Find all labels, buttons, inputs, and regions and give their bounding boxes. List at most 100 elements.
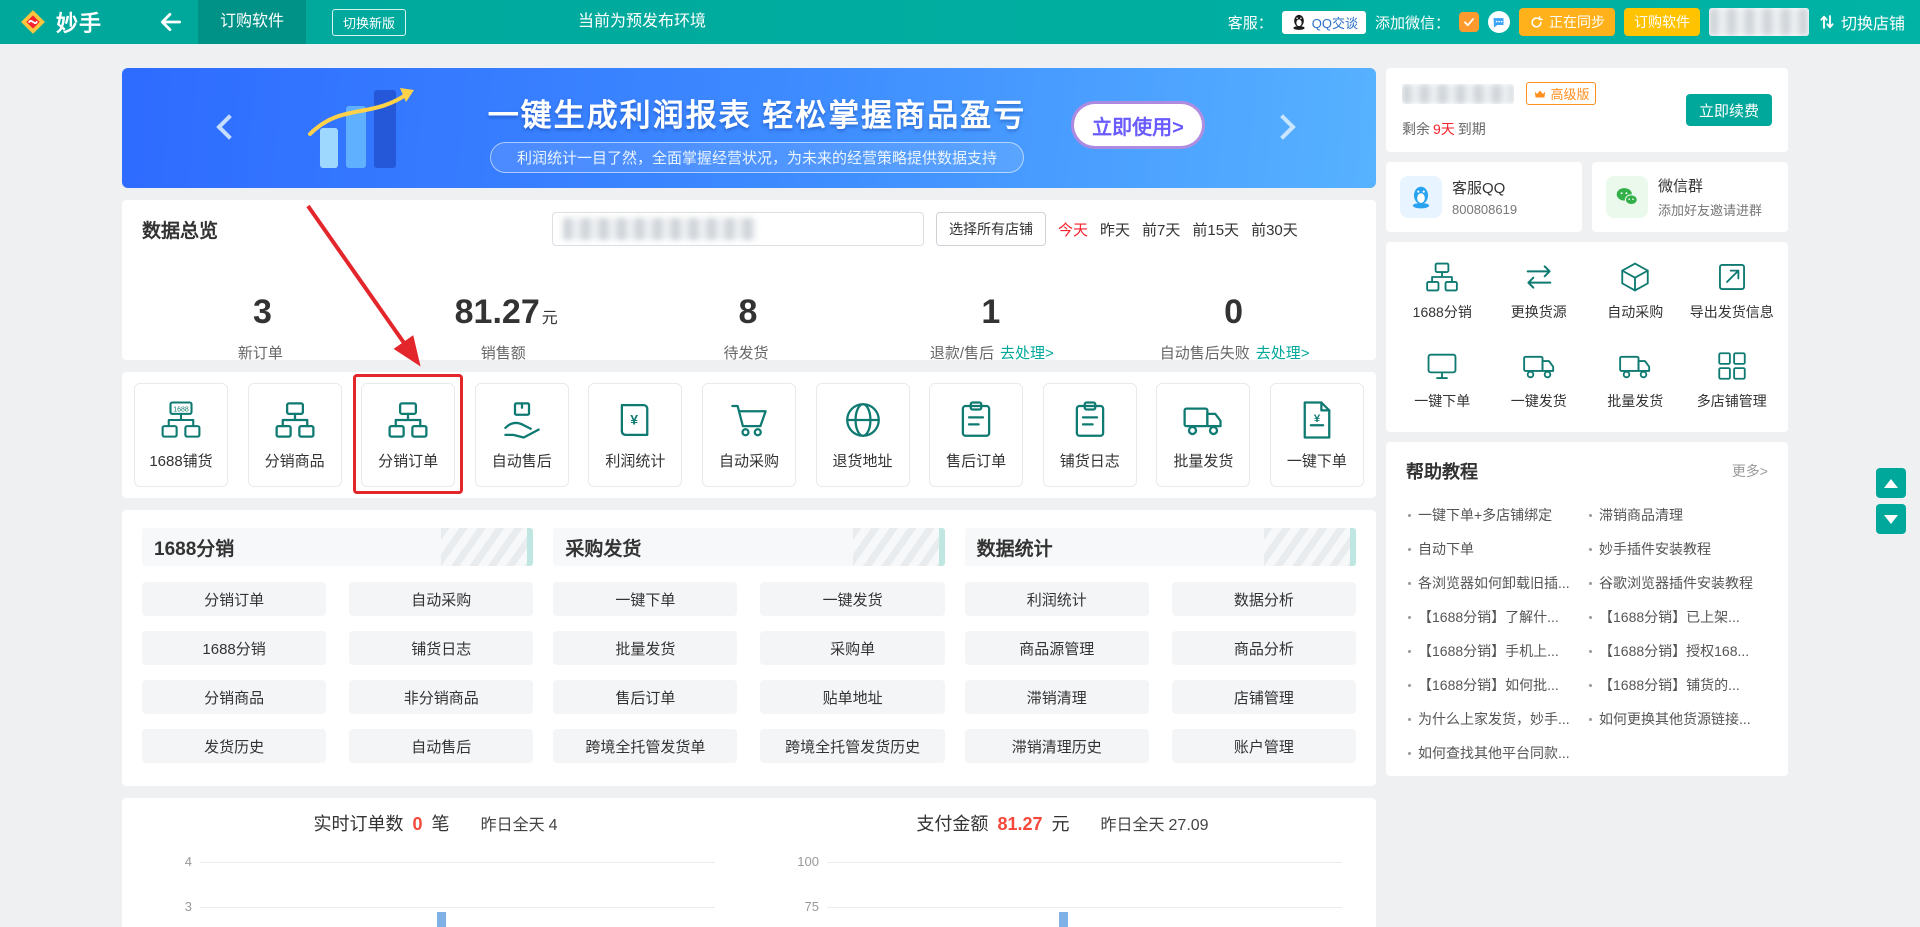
section-link[interactable]: 商品源管理 bbox=[964, 631, 1149, 665]
wechat-group-card[interactable]: 微信群 添加好友邀请进群 bbox=[1592, 162, 1788, 232]
section-link[interactable]: 1688分销 bbox=[142, 631, 327, 665]
feature-export-shipping-info[interactable]: 导出发货信息 bbox=[1684, 260, 1781, 325]
grid-icon bbox=[1715, 349, 1749, 383]
tile-return-address[interactable]: 退货地址 bbox=[815, 383, 910, 487]
help-link[interactable]: 自动下单 bbox=[1406, 532, 1587, 566]
yesterday-label: 昨日全天 bbox=[480, 817, 545, 834]
banner-cta-button[interactable]: 立即使用> bbox=[1074, 104, 1202, 146]
doc-yen-icon bbox=[1296, 399, 1338, 441]
carousel-next-icon[interactable] bbox=[1270, 112, 1296, 146]
filter-7days[interactable]: 前7天 bbox=[1142, 219, 1180, 240]
tile-1688-listing[interactable]: 1688铺货 bbox=[134, 383, 228, 487]
tile-listing-log[interactable]: 铺货日志 bbox=[1042, 383, 1137, 487]
section-link[interactable]: 一键下单 bbox=[553, 582, 738, 616]
tile-distribution-products[interactable]: 分销商品 bbox=[247, 383, 342, 487]
help-link[interactable]: 【1688分销】如何批... bbox=[1406, 668, 1587, 702]
feature-auto-purchase[interactable]: 自动采购 bbox=[1587, 260, 1684, 325]
stat-label: 待发货 bbox=[723, 345, 769, 362]
section-link[interactable]: 跨境全托管发货历史 bbox=[760, 729, 945, 763]
wechat-verify-icon[interactable] bbox=[1458, 12, 1479, 32]
scroll-down-button[interactable] bbox=[1876, 504, 1906, 534]
switch-new-version-button[interactable]: 切换新版 bbox=[332, 8, 407, 36]
help-link[interactable]: 各浏览器如何卸载旧插... bbox=[1406, 566, 1587, 600]
tile-label: 批量发货 bbox=[1173, 453, 1234, 470]
switch-shop-button[interactable]: 切换店铺 bbox=[1818, 10, 1905, 34]
section-link[interactable]: 账户管理 bbox=[1171, 729, 1356, 763]
tile-one-click-order[interactable]: 一键下单 bbox=[1269, 383, 1364, 487]
tile-profit-stats[interactable]: 利润统计 bbox=[588, 383, 683, 487]
feature-multi-shop[interactable]: 多店铺管理 bbox=[1684, 349, 1781, 414]
section-link[interactable]: 利润统计 bbox=[964, 582, 1149, 616]
help-link[interactable]: 【1688分销】授权168... bbox=[1587, 634, 1768, 668]
renew-button[interactable]: 立即续费 bbox=[1686, 94, 1772, 126]
stat-action-link[interactable]: 去处理> bbox=[1256, 345, 1310, 362]
section-link[interactable]: 非分销商品 bbox=[349, 680, 534, 714]
shop-select-input[interactable] bbox=[552, 212, 924, 246]
order-software-tab[interactable]: 订购软件 bbox=[198, 0, 307, 44]
select-all-shops-button[interactable]: 选择所有店铺 bbox=[936, 212, 1046, 246]
qq-contact-card[interactable]: 客服QQ 800808619 bbox=[1386, 162, 1582, 232]
section-link[interactable]: 一键发货 bbox=[760, 582, 945, 616]
tile-distribution-orders[interactable]: 分销订单 bbox=[361, 383, 456, 487]
promo-banner[interactable]: 一键生成利润报表 轻松掌握商品盈亏 利润统计一目了然，全面掌握经营状况，为未来的… bbox=[122, 68, 1376, 188]
tile-label: 自动采购 bbox=[718, 453, 779, 470]
banner-subtitle: 利润统计一目了然，全面掌握经营状况，为未来的经营策略提供数据支持 bbox=[490, 142, 1024, 173]
stat-action-link[interactable]: 去处理> bbox=[1000, 345, 1054, 362]
help-more-link[interactable]: 更多> bbox=[1732, 461, 1768, 481]
section-link[interactable]: 跨境全托管发货单 bbox=[553, 729, 738, 763]
back-arrow-icon[interactable] bbox=[158, 9, 184, 35]
feature-change-source[interactable]: 更换货源 bbox=[1491, 260, 1588, 325]
help-link[interactable]: 妙手插件安装教程 bbox=[1587, 532, 1768, 566]
tile-batch-shipping[interactable]: 批量发货 bbox=[1156, 383, 1251, 487]
section-link[interactable]: 铺货日志 bbox=[349, 631, 534, 665]
payment-chart-plot: 100 75 bbox=[797, 854, 1342, 927]
order-software-badge[interactable]: 订购软件 bbox=[1623, 8, 1700, 36]
section-link[interactable]: 商品分析 bbox=[1171, 631, 1356, 665]
section-link[interactable]: 分销订单 bbox=[142, 582, 327, 616]
qq-chat-button[interactable]: QQ交谈 bbox=[1281, 10, 1366, 34]
help-link[interactable]: 如何查找其他平台同款... bbox=[1406, 736, 1587, 770]
help-link[interactable]: 滞销商品清理 bbox=[1587, 498, 1768, 532]
sync-status-badge[interactable]: 正在同步 bbox=[1518, 8, 1615, 36]
tile-auto-aftersale[interactable]: 自动售后 bbox=[474, 383, 569, 487]
section-link[interactable]: 发货历史 bbox=[142, 729, 327, 763]
help-link[interactable]: 【1688分销】手机上... bbox=[1406, 634, 1587, 668]
feature-1688-distribution[interactable]: 1688分销 bbox=[1394, 260, 1491, 325]
carousel-prev-icon[interactable] bbox=[214, 112, 242, 146]
section-link[interactable]: 滞销清理历史 bbox=[964, 729, 1149, 763]
section-link[interactable]: 滞销清理 bbox=[964, 680, 1149, 714]
help-link[interactable]: 【1688分销】铺货的... bbox=[1587, 668, 1768, 702]
help-link[interactable]: 谷歌浏览器插件安装教程 bbox=[1587, 566, 1768, 600]
section-link[interactable]: 分销商品 bbox=[142, 680, 327, 714]
section-link[interactable]: 店铺管理 bbox=[1171, 680, 1356, 714]
y-tick: 4 bbox=[184, 854, 192, 869]
filter-15days[interactable]: 前15天 bbox=[1192, 219, 1239, 240]
tile-aftersale-orders[interactable]: 售后订单 bbox=[929, 383, 1024, 487]
feature-one-click-order[interactable]: 一键下单 bbox=[1394, 349, 1491, 414]
help-link[interactable]: 如何更换其他货源链接... bbox=[1587, 702, 1768, 736]
filter-yesterday[interactable]: 昨天 bbox=[1100, 219, 1130, 240]
scroll-up-button[interactable] bbox=[1876, 468, 1906, 498]
section-header: 采购发货 bbox=[553, 528, 945, 566]
section-link[interactable]: 数据分析 bbox=[1171, 582, 1356, 616]
section-link[interactable]: 批量发货 bbox=[553, 631, 738, 665]
help-link[interactable]: 【1688分销】已上架... bbox=[1587, 600, 1768, 634]
help-link[interactable]: 【1688分销】了解什... bbox=[1406, 600, 1587, 634]
section-link[interactable]: 贴单地址 bbox=[760, 680, 945, 714]
section-link[interactable]: 自动售后 bbox=[349, 729, 534, 763]
filter-30days[interactable]: 前30天 bbox=[1251, 219, 1298, 240]
help-link[interactable]: 一键下单+多店铺绑定 bbox=[1406, 498, 1587, 532]
section-link[interactable]: 售后订单 bbox=[553, 680, 738, 714]
tile-auto-purchase[interactable]: 自动采购 bbox=[701, 383, 796, 487]
feature-label: 一键发货 bbox=[1510, 393, 1567, 409]
feature-batch-ship[interactable]: 批量发货 bbox=[1587, 349, 1684, 414]
filter-today[interactable]: 今天 bbox=[1058, 219, 1088, 240]
section-link[interactable]: 采购单 bbox=[760, 631, 945, 665]
help-link[interactable]: 为什么上家发货，妙手... bbox=[1406, 702, 1587, 736]
section-link[interactable]: 自动采购 bbox=[349, 582, 534, 616]
section-1688-distribution: 1688分销 分销订单 自动采购 1688分销 铺货日志 分销商品 非分销商品 … bbox=[142, 528, 534, 768]
overview-stats: 3 新订单 81.27 元 销售额 8 待发货 1 退款/售后 去处理> 0 自… bbox=[142, 293, 1356, 363]
feature-one-click-ship[interactable]: 一键发货 bbox=[1491, 349, 1588, 414]
tile-label: 售后订单 bbox=[946, 453, 1007, 470]
chat-bubble-icon[interactable] bbox=[1487, 11, 1510, 33]
